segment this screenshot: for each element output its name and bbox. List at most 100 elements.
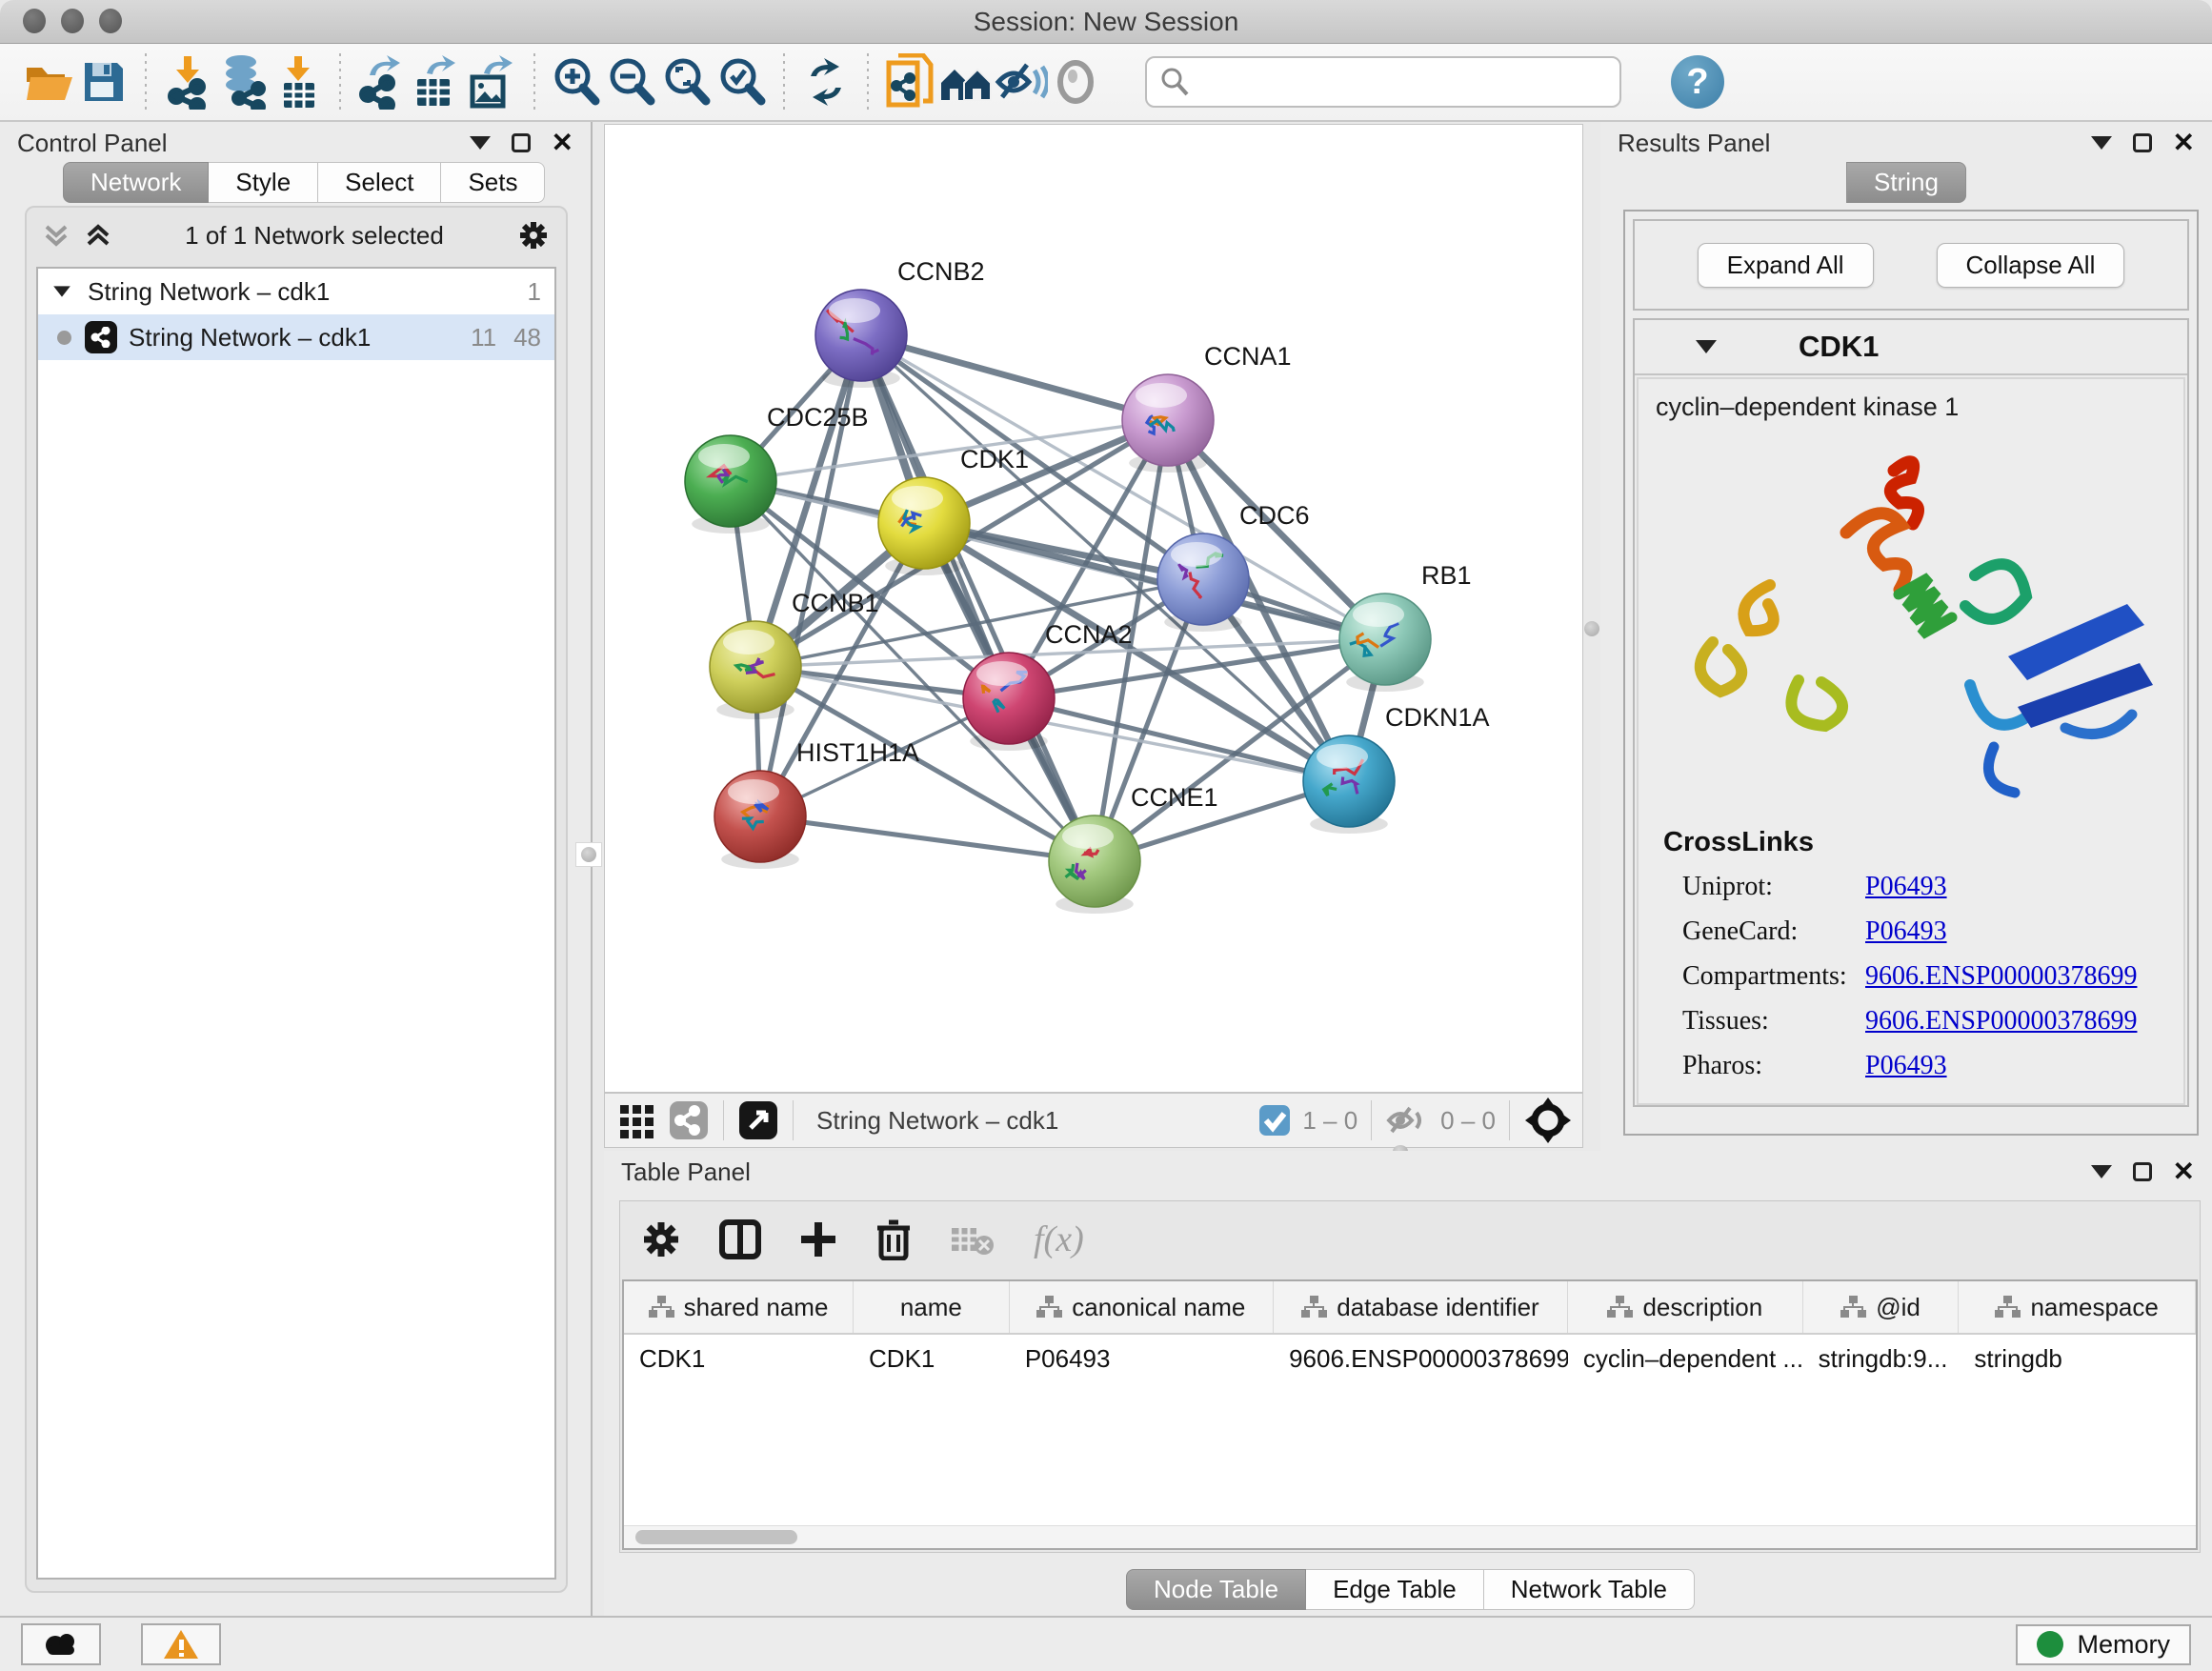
zoom-selected-button[interactable] [714, 53, 770, 111]
panel-float-icon[interactable] [2133, 1162, 2152, 1181]
expand-all-button[interactable]: Expand All [1698, 243, 1874, 288]
panel-menu-icon[interactable] [2091, 1165, 2112, 1178]
selected-nodes-edges-count: 1 – 0 [1302, 1106, 1357, 1136]
zoom-out-button[interactable] [604, 53, 659, 111]
expand-all-icon[interactable] [84, 221, 112, 250]
network-node-label: HIST1H1A [796, 738, 919, 767]
save-session-button[interactable] [76, 53, 131, 111]
collection-count: 1 [528, 277, 541, 307]
column-header[interactable]: name [854, 1281, 1010, 1333]
main-toolbar: ? [0, 44, 2212, 122]
import-network-from-file-button[interactable] [160, 53, 215, 111]
horizontal-scrollbar[interactable] [624, 1525, 2196, 1548]
table-options-gear-icon[interactable] [641, 1219, 681, 1259]
collapse-all-icon[interactable] [42, 221, 70, 250]
tab-style[interactable]: Style [209, 162, 318, 203]
gene-section: CDK1 cyclin–dependent kinase 1 [1633, 318, 2189, 1107]
first-neighbors-button[interactable] [937, 53, 993, 111]
show-column-panel-icon[interactable] [719, 1219, 761, 1259]
birdseye-view-icon[interactable] [1523, 1096, 1573, 1145]
column-header[interactable]: namespace [1959, 1281, 2196, 1333]
network-view[interactable]: CCNB2CCNA1CDC25BCDK1CDC6RB1CCNB1CCNA2CDK… [604, 124, 1583, 1093]
control-panel-tabs: Network Style Select Sets [63, 162, 545, 203]
string-results-box: Expand All Collapse All CDK1 cyclin–depe… [1623, 210, 2199, 1136]
tab-string[interactable]: String [1846, 162, 1966, 203]
gear-icon[interactable] [516, 218, 551, 252]
uniprot-link[interactable]: P06493 [1865, 872, 1947, 902]
gene-section-header[interactable]: CDK1 [1635, 320, 2187, 375]
collection-expand-icon[interactable] [53, 286, 70, 296]
column-header[interactable]: @id [1803, 1281, 1960, 1333]
network-collection-row[interactable]: String Network – cdk1 1 [38, 269, 554, 314]
cloud-status-button[interactable] [21, 1623, 101, 1665]
delete-column-icon[interactable] [875, 1218, 912, 1260]
tissues-link[interactable]: 9606.ENSP00000378699 [1865, 1006, 2137, 1037]
function-builder-button[interactable]: f(x) [1034, 1218, 1084, 1260]
selected-checkbox-icon[interactable] [1258, 1104, 1291, 1137]
memory-label: Memory [2077, 1630, 2170, 1660]
delete-table-icon[interactable] [950, 1222, 995, 1257]
toolbar-separator [533, 53, 535, 111]
panel-float-icon[interactable] [512, 133, 531, 152]
export-image-button[interactable] [465, 53, 520, 111]
network-row-selected[interactable]: String Network – cdk1 11 48 [38, 314, 554, 360]
tab-edge-table[interactable]: Edge Table [1306, 1569, 1484, 1610]
export-table-button[interactable] [410, 53, 465, 111]
panel-splitter-handle[interactable] [1584, 621, 1599, 636]
help-button[interactable]: ? [1671, 55, 1724, 109]
column-header[interactable]: description [1568, 1281, 1803, 1333]
tab-node-table[interactable]: Node Table [1126, 1569, 1306, 1610]
panel-close-icon[interactable]: ✕ [2173, 1162, 2195, 1181]
compartments-link[interactable]: 9606.ENSP00000378699 [1865, 961, 2137, 992]
network-node-label: CDC6 [1239, 501, 1310, 530]
column-type-icon [1301, 1296, 1327, 1319]
grid-icon[interactable] [618, 1101, 656, 1139]
panel-close-icon[interactable]: ✕ [552, 133, 573, 152]
column-type-icon [1995, 1296, 2021, 1319]
zoom-in-button[interactable] [549, 53, 604, 111]
export-network-button[interactable] [354, 53, 410, 111]
hide-selected-button[interactable] [993, 53, 1048, 111]
table-row[interactable]: CDK1 CDK1 P06493 9606.ENSP00000378699 cy… [624, 1335, 2196, 1382]
collapse-all-button[interactable]: Collapse All [1937, 243, 2125, 288]
current-network-name: String Network – cdk1 [816, 1106, 1058, 1136]
column-header[interactable]: database identifier [1274, 1281, 1568, 1333]
open-session-button[interactable] [21, 53, 76, 111]
hidden-eye-icon [1385, 1103, 1429, 1137]
zoom-fit-button[interactable] [659, 53, 714, 111]
tab-network[interactable]: Network [63, 162, 209, 203]
import-table-from-file-button[interactable] [271, 53, 326, 111]
tab-network-table[interactable]: Network Table [1484, 1569, 1695, 1610]
apply-layout-button[interactable] [798, 53, 854, 111]
search-input[interactable] [1191, 67, 1600, 98]
column-header[interactable]: shared name [624, 1281, 854, 1333]
network-graph[interactable]: CCNB2CCNA1CDC25BCDK1CDC6RB1CCNB1CCNA2CDK… [605, 125, 1584, 1092]
panel-float-icon[interactable] [2133, 133, 2152, 152]
panel-close-icon[interactable]: ✕ [2173, 133, 2195, 152]
open-in-new-window-icon[interactable] [737, 1099, 779, 1141]
network-view-icon[interactable] [668, 1099, 710, 1141]
panel-splitter-handle[interactable] [575, 842, 602, 867]
show-all-button[interactable] [1048, 53, 1103, 111]
panel-menu-icon[interactable] [470, 136, 491, 150]
network-edge[interactable] [760, 816, 1095, 861]
warnings-button[interactable] [141, 1623, 221, 1665]
crosslink-label: GeneCard: [1663, 916, 1865, 947]
scrollbar-thumb[interactable] [635, 1530, 797, 1544]
memory-button[interactable]: Memory [2016, 1624, 2191, 1665]
genecard-link[interactable]: P06493 [1865, 916, 1947, 947]
tab-sets[interactable]: Sets [441, 162, 545, 203]
add-column-icon[interactable] [799, 1220, 837, 1258]
tab-select[interactable]: Select [318, 162, 441, 203]
network-from-selection-button[interactable] [882, 53, 937, 111]
network-edge[interactable] [861, 335, 1095, 861]
column-header[interactable]: canonical name [1010, 1281, 1274, 1333]
pharos-link[interactable]: P06493 [1865, 1051, 1947, 1081]
section-collapse-icon[interactable] [1696, 340, 1717, 353]
search-icon [1158, 66, 1191, 98]
network-node-label: CCNE1 [1131, 783, 1218, 812]
table-type-tabs: Node Table Edge Table Network Table [1126, 1569, 1695, 1610]
import-network-from-database-button[interactable] [215, 53, 271, 111]
panel-menu-icon[interactable] [2091, 136, 2112, 150]
search-box[interactable] [1145, 56, 1621, 108]
